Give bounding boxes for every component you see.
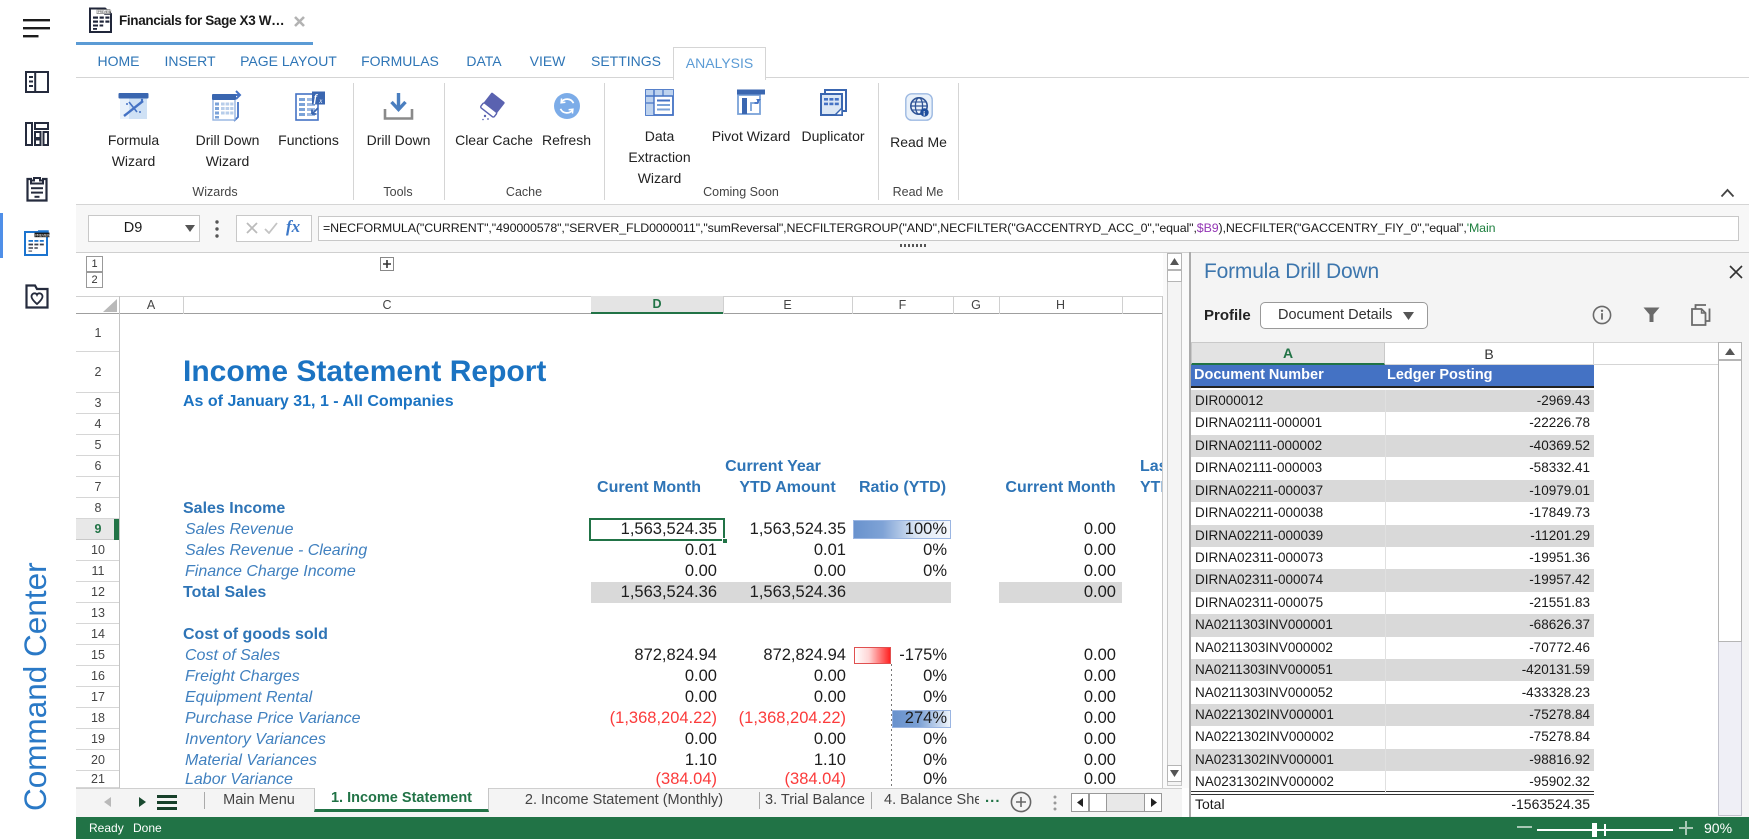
svg-text:PREVIEW: PREVIEW — [35, 233, 50, 237]
svg-text:i: i — [923, 110, 925, 117]
svg-text:PREVIEW: PREVIEW — [98, 10, 111, 14]
